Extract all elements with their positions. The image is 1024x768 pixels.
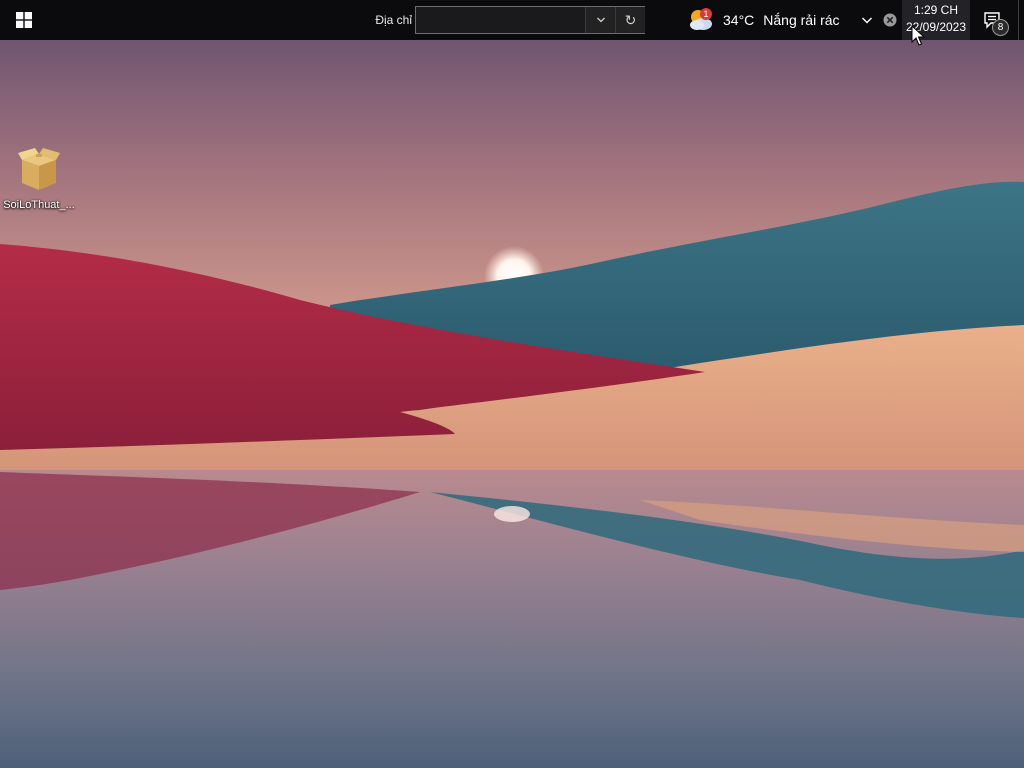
- show-hidden-icons-button[interactable]: [856, 0, 878, 40]
- chevron-down-icon: [597, 17, 605, 23]
- mouse-cursor-icon: [911, 25, 925, 46]
- address-input[interactable]: [416, 7, 584, 33]
- address-refresh-button[interactable]: ↻: [615, 7, 645, 33]
- weather-description: Nắng rải rác: [763, 12, 840, 28]
- desktop-wallpaper: [0, 0, 1024, 768]
- package-box-icon: [18, 148, 60, 190]
- clock-time: 1:29 CH: [913, 3, 959, 17]
- notification-count-badge: 8: [992, 19, 1009, 36]
- show-desktop-edge[interactable]: [1018, 0, 1019, 40]
- windows-logo-icon: [16, 12, 32, 28]
- close-circle-icon: [883, 13, 897, 27]
- refresh-icon: ↻: [624, 11, 637, 28]
- tray-close-button[interactable]: [880, 0, 900, 40]
- desktop-screen: Địa chỉ ↻ 1 34°C Nắng rải rác 1:29 CH 22…: [0, 0, 1024, 768]
- desktop-icon-soilothuat[interactable]: SoiLoThuat_...: [0, 146, 78, 216]
- address-toolbar: ↻: [415, 6, 645, 34]
- chevron-down-icon: [862, 17, 872, 24]
- weather-widget[interactable]: 1 34°C Nắng rải rác: [686, 0, 854, 40]
- partly-sunny-icon: 1: [686, 7, 716, 33]
- address-toolbar-label: Địa chỉ: [375, 13, 412, 27]
- notification-center-button[interactable]: 8: [972, 0, 1012, 40]
- taskbar: Địa chỉ ↻ 1 34°C Nắng rải rác 1:29 CH 22…: [0, 0, 1024, 40]
- desktop-icon-label: SoiLoThuat_...: [3, 199, 75, 211]
- address-dropdown-button[interactable]: [585, 7, 616, 33]
- weather-temperature: 34°C: [723, 12, 755, 28]
- start-button[interactable]: [0, 0, 48, 40]
- weather-alert-badge: 1: [700, 8, 712, 20]
